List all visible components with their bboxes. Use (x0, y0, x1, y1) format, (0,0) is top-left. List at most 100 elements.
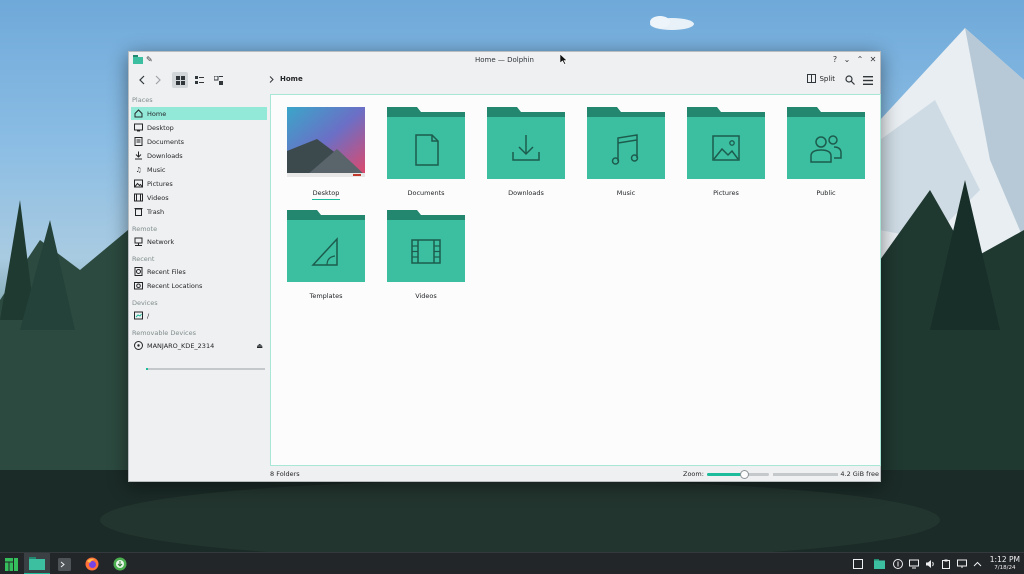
chevron-up-icon[interactable] (971, 558, 983, 570)
sidebar-item-recent-files[interactable]: Recent Files (131, 265, 267, 278)
volume-icon[interactable] (924, 558, 936, 570)
network-icon (134, 237, 143, 246)
folder-icon (487, 107, 565, 179)
videos-icon (134, 193, 143, 202)
folder-label: Downloads (508, 189, 544, 197)
sidebar-item-music[interactable]: ♫ Music (131, 163, 267, 176)
clock-time: 1:12 PM (989, 555, 1020, 564)
folder-item[interactable]: Pictures (686, 107, 766, 207)
sidebar-item-recent-locations[interactable]: Recent Locations (131, 279, 267, 292)
clock-date: 7/18/24 (994, 565, 1016, 571)
menu-button[interactable] (861, 72, 875, 88)
sidebar-item-root-drive[interactable]: / (131, 309, 267, 322)
details-view-icon (213, 75, 223, 85)
clipboard-icon[interactable] (940, 558, 952, 570)
display-icon[interactable] (956, 558, 968, 570)
file-view[interactable]: Desktop Documents Downloads Music Pictur… (270, 94, 881, 466)
network-status-icon[interactable] (908, 558, 920, 570)
folder-label: Public (816, 189, 836, 197)
arrow-left-icon (139, 75, 145, 85)
sidebar-item-pictures[interactable]: Pictures (131, 177, 267, 190)
sidebar-item-trash[interactable]: Trash (131, 205, 267, 218)
status-bar: 8 Folders Zoom: 4.2 GiB free (270, 468, 881, 480)
sidebar-item-label: MANJARO_KDE_2314 (147, 341, 215, 350)
optical-disc-icon (134, 341, 143, 350)
downloads-icon (134, 151, 143, 160)
folder-label: Videos (415, 292, 437, 300)
places-panel: Places Home Desktop Documents Downloads … (130, 94, 268, 466)
sidebar-item-label: Network (147, 237, 175, 246)
folder-item[interactable]: Documents (386, 107, 466, 207)
taskbar: 1:12 PM 7/18/24 (0, 552, 1024, 574)
free-space-bar (773, 473, 838, 476)
folder-icon (587, 107, 665, 179)
split-button[interactable]: Split (807, 74, 835, 83)
sidebar-item-videos[interactable]: Videos (131, 191, 267, 204)
icons-view-button[interactable] (172, 72, 188, 88)
section-heading-recent: Recent (132, 255, 155, 263)
taskbar-dolphin[interactable] (24, 553, 50, 574)
sidebar-item-label: Music (147, 165, 166, 174)
sidebar-item-documents[interactable]: Documents (131, 135, 267, 148)
music-icon: ♫ (135, 165, 142, 174)
forward-button[interactable] (151, 72, 165, 88)
show-desktop-icon[interactable] (852, 558, 864, 570)
details-view-button[interactable] (211, 72, 225, 88)
application-launcher[interactable] (2, 553, 20, 574)
sidebar-item-network[interactable]: Network (131, 235, 267, 248)
help-button[interactable]: ? (830, 55, 840, 65)
tray-dolphin-icon[interactable] (873, 558, 885, 570)
sidebar-item-desktop[interactable]: Desktop (131, 121, 267, 134)
close-button[interactable]: ✕ (868, 55, 878, 65)
maximize-button[interactable]: ⌃ (855, 55, 865, 65)
icons-view-icon (175, 75, 185, 85)
folder-item[interactable]: Desktop (286, 107, 366, 207)
sidebar-item-label: Recent Locations (147, 281, 203, 290)
sidebar-item-home[interactable]: Home (131, 107, 267, 120)
minimize-button[interactable]: ⌄ (842, 55, 852, 65)
manjaro-logo-icon (4, 557, 18, 571)
folder-icon (687, 107, 765, 179)
sidebar-item-downloads[interactable]: Downloads (131, 149, 267, 162)
taskbar-terminal[interactable] (54, 553, 74, 574)
sidebar-item-label: Documents (147, 137, 185, 146)
documents-icon (134, 137, 143, 146)
zoom-slider-handle[interactable] (739, 470, 749, 479)
folder-icon (387, 210, 465, 282)
folder-label: Music (616, 189, 636, 197)
drive-usage-fill (146, 368, 149, 370)
eject-icon[interactable]: ⏏ (256, 342, 263, 350)
drive-usage-bar (146, 368, 265, 370)
search-icon (845, 75, 855, 85)
title-bar[interactable]: ✎ Home — Dolphin ? ⌄ ⌃ ✕ (129, 52, 880, 68)
zoom-label: Zoom: (683, 470, 704, 478)
back-button[interactable] (135, 72, 149, 88)
compact-view-button[interactable] (192, 72, 206, 88)
folder-icon (387, 107, 465, 179)
folder-label: Desktop (312, 189, 340, 197)
breadcrumb-home[interactable]: Home (280, 75, 303, 83)
folder-item[interactable]: Downloads (486, 107, 566, 207)
search-button[interactable] (843, 72, 857, 88)
folder-item[interactable]: Videos (386, 210, 466, 310)
folder-item[interactable]: Music (586, 107, 666, 207)
recent-files-icon (134, 267, 143, 276)
taskbar-software-manager[interactable] (110, 553, 130, 574)
digital-clock[interactable]: 1:12 PM 7/18/24 (990, 556, 1020, 572)
folder-item[interactable]: Public (786, 107, 866, 207)
folder-item[interactable]: Templates (286, 210, 366, 310)
trash-icon (134, 207, 143, 216)
zoom-slider-fill (707, 473, 745, 476)
breadcrumb[interactable]: Home (269, 75, 303, 83)
desktop-preview (287, 107, 365, 179)
updates-icon[interactable] (892, 558, 904, 570)
mouse-cursor (560, 54, 568, 65)
sidebar-item-label: / (147, 311, 150, 320)
sidebar-item-manjaro-disc[interactable]: MANJARO_KDE_2314 ⏏ (131, 339, 267, 352)
recent-locations-icon (134, 281, 143, 290)
firefox-icon (85, 557, 99, 571)
home-icon (134, 109, 143, 118)
compact-view-icon (194, 75, 204, 84)
taskbar-firefox[interactable] (82, 553, 102, 574)
zoom-slider[interactable] (707, 470, 769, 479)
